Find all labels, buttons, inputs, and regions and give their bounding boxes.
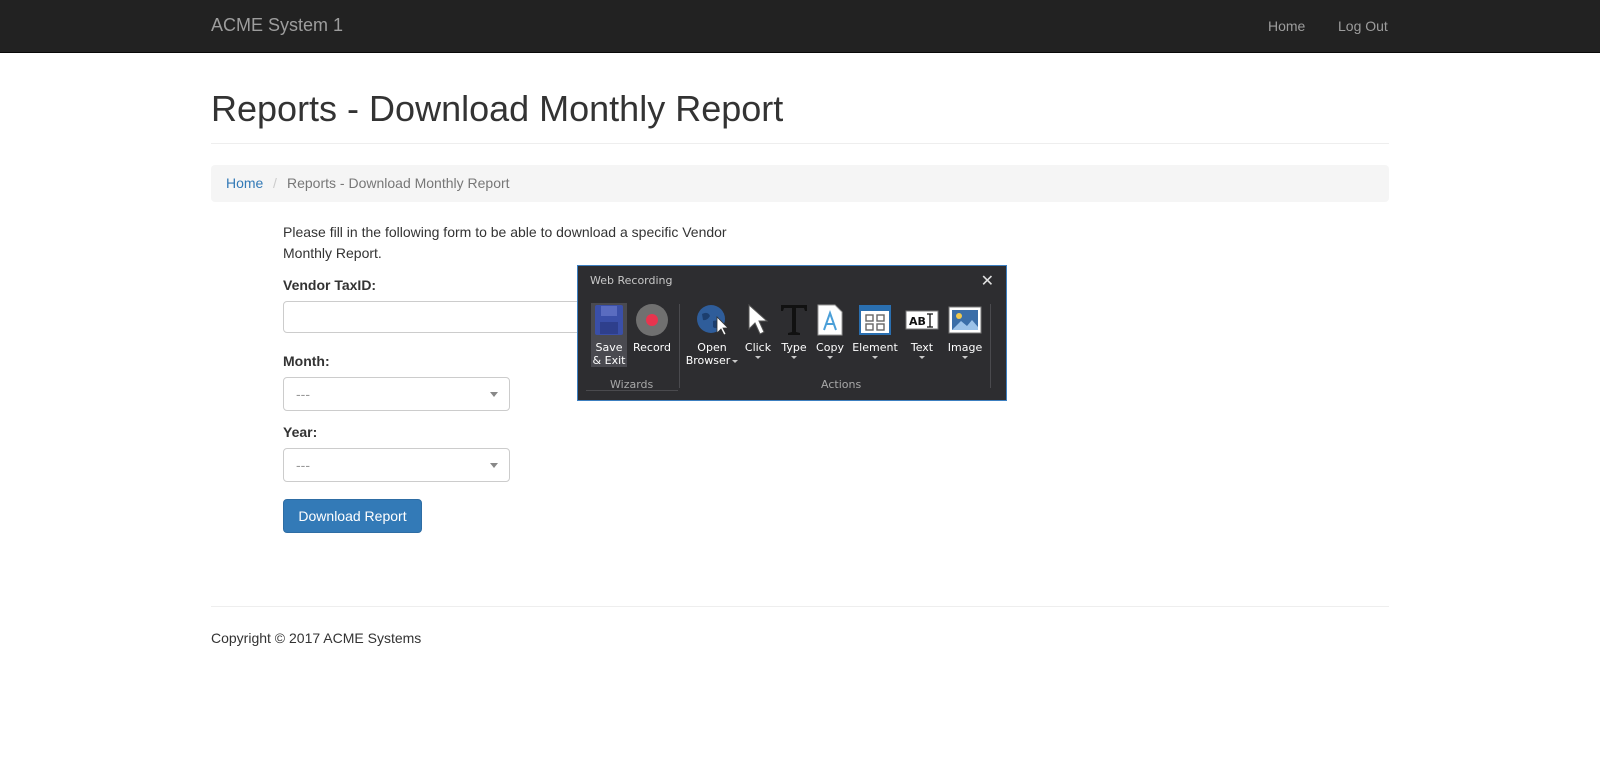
breadcrumb-home-link[interactable]: Home: [226, 175, 263, 191]
record-label: Record: [632, 341, 671, 354]
dropdown-arrow-icon: [755, 356, 761, 359]
open-browser-label-line1: Open: [697, 341, 727, 354]
form-intro-text: Please fill in the following form to be …: [283, 224, 727, 261]
type-label: Type: [781, 341, 807, 354]
record-button[interactable]: Record: [631, 303, 673, 354]
vendor-taxid-label: Vendor TaxID:: [283, 277, 377, 293]
element-label: Element: [852, 341, 898, 354]
save-label-line2: & Exit: [592, 354, 626, 367]
toolbar-divider: [990, 304, 991, 388]
cursor-icon: [741, 303, 775, 337]
copy-button[interactable]: Copy: [813, 303, 847, 359]
dropdown-arrow-icon: [732, 359, 739, 363]
copyright-text: Copyright © 2017 ACME Systems: [211, 630, 422, 646]
year-label: Year:: [283, 424, 318, 440]
recorder-title: Web Recording: [590, 274, 673, 287]
save-label-line1: Save: [595, 341, 623, 354]
dropdown-arrow-icon: [962, 356, 968, 359]
element-button[interactable]: Element: [851, 303, 899, 359]
save-icon: [592, 303, 626, 337]
open-browser-button[interactable]: Open Browser: [684, 303, 740, 367]
element-icon: [858, 303, 892, 337]
image-icon: [948, 303, 982, 337]
actions-group-label: Actions: [821, 378, 862, 391]
year-select[interactable]: ---: [283, 448, 510, 482]
breadcrumb: Home / Reports - Download Monthly Report: [211, 165, 1389, 202]
record-icon: [635, 303, 669, 337]
click-button[interactable]: Click: [740, 303, 776, 359]
click-label: Click: [744, 341, 772, 354]
text-icon: AB: [905, 303, 939, 337]
toolbar-divider: [679, 304, 680, 388]
nav-link-home[interactable]: Home: [1268, 18, 1305, 34]
top-navbar: ACME System 1 Home Log Out: [0, 0, 1600, 53]
month-select[interactable]: ---: [283, 377, 510, 411]
copy-icon: [813, 303, 847, 337]
month-select-value: ---: [296, 386, 310, 402]
month-label: Month:: [283, 353, 330, 369]
nav-link-logout[interactable]: Log Out: [1338, 18, 1388, 34]
text-label: Text: [910, 341, 934, 354]
footer-divider: [211, 606, 1389, 607]
web-recording-panel: Web Recording ✕ Save & Exit Record Wizar…: [577, 265, 1007, 401]
breadcrumb-current: Reports - Download Monthly Report: [287, 175, 510, 191]
title-divider: [211, 143, 1389, 144]
dropdown-arrow-icon: [827, 356, 833, 359]
copy-label: Copy: [816, 341, 844, 354]
chevron-down-icon: [490, 463, 498, 468]
breadcrumb-separator: /: [273, 175, 277, 191]
image-label: Image: [947, 341, 983, 354]
wizards-group-label: Wizards: [610, 378, 654, 391]
navbar-brand[interactable]: ACME System 1: [211, 15, 343, 36]
svg-text:AB: AB: [909, 315, 926, 328]
save-exit-button[interactable]: Save & Exit: [591, 303, 627, 367]
year-select-value: ---: [296, 457, 310, 473]
close-icon[interactable]: ✕: [981, 271, 994, 290]
dropdown-arrow-icon: [872, 356, 878, 359]
globe-icon: [695, 303, 729, 337]
text-button[interactable]: AB Text: [904, 303, 940, 359]
chevron-down-icon: [490, 392, 498, 397]
type-button[interactable]: Type: [777, 303, 811, 359]
dropdown-arrow-icon: [791, 356, 797, 359]
type-icon: [777, 303, 811, 337]
dropdown-arrow-icon: [919, 356, 925, 359]
open-browser-label-line2: Browser: [685, 354, 731, 367]
page-title: Reports - Download Monthly Report: [211, 88, 784, 129]
download-report-button[interactable]: Download Report: [283, 499, 422, 533]
image-button[interactable]: Image: [945, 303, 985, 359]
